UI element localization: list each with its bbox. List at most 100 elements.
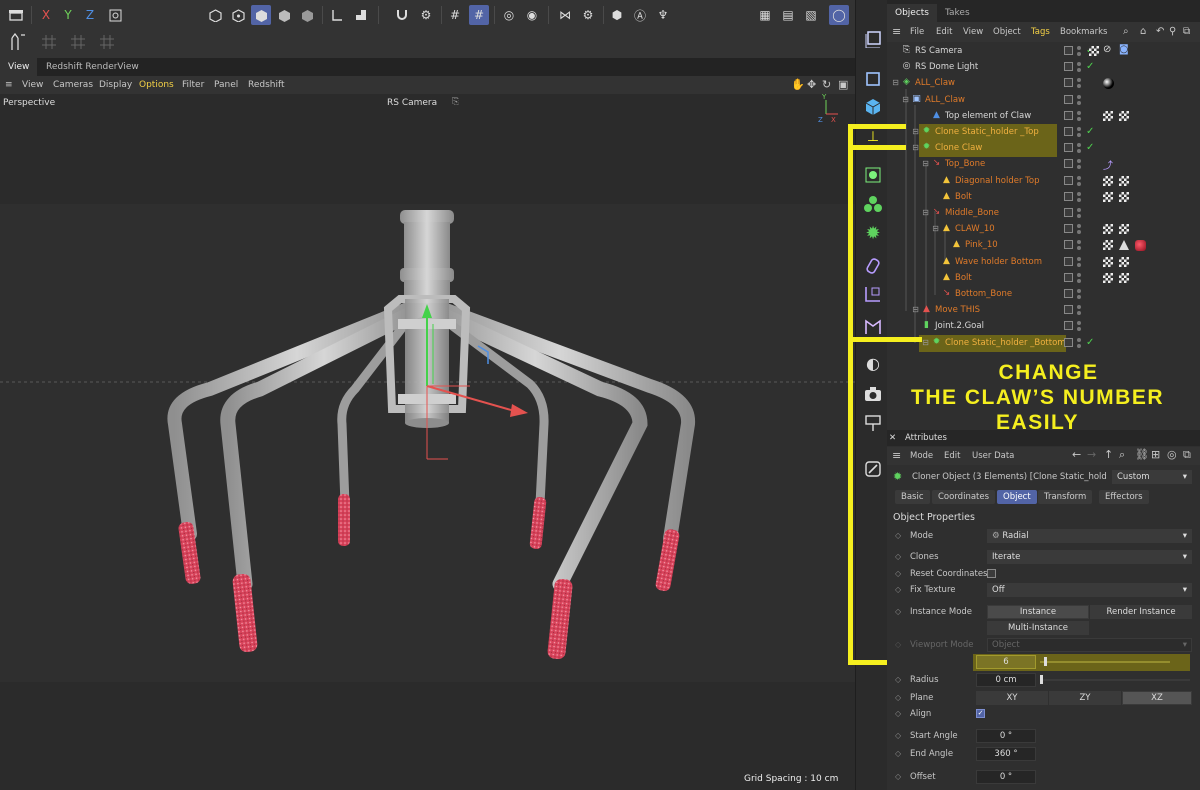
tab-takes[interactable]: Takes bbox=[937, 4, 978, 22]
tab-effectors[interactable]: Effectors bbox=[1099, 490, 1149, 504]
keyframe-diamond-icon[interactable]: ◇ bbox=[895, 550, 901, 564]
keyframe-diamond-icon[interactable]: ◇ bbox=[895, 747, 901, 761]
render-visibility-dot[interactable] bbox=[1077, 165, 1081, 169]
deformer-icon[interactable]: ⬢ bbox=[608, 5, 626, 25]
phong-tag-icon[interactable] bbox=[1119, 240, 1129, 250]
editor-visibility-dot[interactable] bbox=[1077, 208, 1081, 212]
render-visibility-dot[interactable] bbox=[1077, 133, 1081, 137]
start-angle-field[interactable]: 0 ° bbox=[976, 729, 1036, 743]
object-name[interactable]: CLAW_10 bbox=[955, 221, 995, 237]
workplane-icon[interactable]: # bbox=[446, 5, 464, 25]
object-row[interactable]: ▲ Bolt bbox=[887, 270, 1200, 286]
render-settings-icon[interactable]: ▧ bbox=[802, 5, 820, 25]
object-name[interactable]: Clone Static_holder _Bottom bbox=[945, 335, 1066, 351]
reset-coordinates-checkbox[interactable] bbox=[987, 569, 996, 578]
render-visibility-dot[interactable] bbox=[1077, 327, 1081, 331]
texture-tag-icon[interactable] bbox=[1119, 273, 1129, 283]
symmetry-icon[interactable]: ⋈ bbox=[556, 5, 574, 25]
object-name[interactable]: RS Camera bbox=[915, 43, 962, 59]
enable-checkbox[interactable] bbox=[1064, 224, 1073, 233]
move-view-icon[interactable]: ✥ bbox=[807, 76, 816, 94]
attr-search-icon[interactable]: ⌕ bbox=[1119, 448, 1125, 462]
editor-visibility-dot[interactable] bbox=[1077, 159, 1081, 163]
attr-menu-userdata[interactable]: User Data bbox=[972, 449, 1014, 463]
keyframe-diamond-icon[interactable]: ◇ bbox=[895, 605, 901, 619]
radius-field[interactable]: 0 cm bbox=[976, 673, 1036, 687]
render-visibility-dot[interactable] bbox=[1077, 295, 1081, 299]
grid-icon[interactable]: # bbox=[469, 5, 489, 25]
radius-slider[interactable] bbox=[1040, 679, 1190, 681]
field-icon[interactable] bbox=[862, 283, 884, 305]
texture-mode-icon[interactable] bbox=[352, 5, 370, 25]
sculpt-icon[interactable] bbox=[862, 458, 884, 480]
keyframe-diamond-icon[interactable]: ◇ bbox=[895, 707, 901, 721]
render-visibility-dot[interactable] bbox=[1077, 68, 1081, 72]
collapse-icon[interactable]: ⊟ bbox=[920, 158, 931, 169]
keyframe-diamond-icon[interactable]: ◇ bbox=[895, 729, 901, 743]
model-mode-icon[interactable] bbox=[205, 5, 225, 25]
enable-checkbox[interactable] bbox=[1064, 78, 1073, 87]
render-visibility-dot[interactable] bbox=[1077, 311, 1081, 315]
menu-filter[interactable]: Filter bbox=[182, 76, 204, 94]
lock-y-axis-button[interactable]: Y bbox=[60, 5, 76, 25]
object-name[interactable]: Bottom_Bone bbox=[955, 286, 1012, 302]
object-row[interactable]: ⊟ ▲ CLAW_10 bbox=[887, 221, 1200, 237]
material-tag-icon[interactable] bbox=[1103, 78, 1114, 89]
object-row[interactable]: ⊟ ↘ Middle_Bone bbox=[887, 205, 1200, 221]
texture-tag-icon[interactable] bbox=[1119, 224, 1129, 234]
object-row[interactable]: ⊟ ↘ Top_Bone ⤴ bbox=[887, 156, 1200, 172]
rotate-view-icon[interactable]: ↻ bbox=[822, 76, 831, 94]
points-mode-icon[interactable] bbox=[274, 5, 294, 25]
editor-visibility-dot[interactable] bbox=[1077, 46, 1081, 50]
editor-visibility-dot[interactable] bbox=[1077, 321, 1081, 325]
texture-tag-icon[interactable] bbox=[1103, 224, 1113, 234]
editor-visibility-dot[interactable] bbox=[1077, 289, 1081, 293]
editor-visibility-dot[interactable] bbox=[1077, 127, 1081, 131]
axis-mode-icon[interactable] bbox=[328, 5, 346, 25]
count-slider[interactable] bbox=[1040, 661, 1170, 663]
om-menu-bookmarks[interactable]: Bookmarks bbox=[1060, 22, 1108, 42]
editor-visibility-dot[interactable] bbox=[1077, 95, 1081, 99]
object-name[interactable]: ALL_Claw bbox=[925, 92, 965, 108]
mode-dropdown[interactable]: ⚙ Radial ▾ bbox=[987, 529, 1192, 543]
auto-key-icon[interactable]: Ⓐ bbox=[631, 5, 649, 25]
om-back-icon[interactable]: ↶ bbox=[1156, 22, 1164, 42]
render-visibility-dot[interactable] bbox=[1077, 214, 1081, 218]
texture-tag-icon[interactable] bbox=[1103, 111, 1113, 121]
editor-visibility-dot[interactable] bbox=[1077, 62, 1081, 66]
tab-view[interactable]: View bbox=[0, 58, 38, 76]
om-new-window-icon[interactable]: ⧉ bbox=[1183, 22, 1190, 42]
snap-up-icon[interactable] bbox=[6, 32, 30, 52]
protection-tag-icon[interactable]: ⊘ bbox=[1103, 44, 1111, 55]
object-row[interactable]: ▮ Joint.2.Goal bbox=[887, 318, 1200, 334]
offset-field[interactable]: 0 ° bbox=[976, 770, 1036, 784]
object-name[interactable]: Joint.2.Goal bbox=[935, 318, 984, 334]
enable-checkbox[interactable] bbox=[1064, 240, 1073, 249]
enable-checkbox[interactable] bbox=[1064, 338, 1073, 347]
object-row[interactable]: ⊟ ▲ Move THIS bbox=[887, 302, 1200, 318]
editor-visibility-dot[interactable] bbox=[1077, 111, 1081, 115]
tab-object[interactable]: Object bbox=[997, 490, 1037, 504]
editor-visibility-dot[interactable] bbox=[1077, 176, 1081, 180]
object-row[interactable]: ⎘RS Camera✓⊘◙ bbox=[887, 43, 1200, 59]
object-row[interactable]: ▲ Pink_10 bbox=[887, 237, 1200, 253]
render-visibility-dot[interactable] bbox=[1077, 279, 1081, 283]
enabled-check-icon[interactable]: ✓ bbox=[1086, 143, 1094, 153]
lock-z-axis-button[interactable]: Z bbox=[82, 5, 98, 25]
menu-cameras[interactable]: Cameras bbox=[53, 76, 93, 94]
render-visibility-dot[interactable] bbox=[1077, 101, 1081, 105]
clones-dropdown[interactable]: Iterate ▾ bbox=[987, 550, 1192, 564]
tab-objects[interactable]: Objects bbox=[887, 4, 938, 22]
attr-window-icon[interactable]: ⧉ bbox=[1183, 448, 1191, 462]
object-name[interactable]: Top element of Claw bbox=[945, 108, 1031, 124]
collapse-icon[interactable]: ⊟ bbox=[910, 126, 921, 137]
undo-icon[interactable] bbox=[6, 5, 26, 25]
render-visibility-dot[interactable] bbox=[1077, 246, 1081, 250]
enable-checkbox[interactable] bbox=[1064, 62, 1073, 71]
redshift-icon[interactable]: ◯ bbox=[829, 5, 849, 25]
attr-settings-icon[interactable]: ◎ bbox=[1167, 448, 1177, 462]
polygons-mode-icon[interactable] bbox=[297, 5, 317, 25]
3d-viewport[interactable]: Perspective RS Camera ⎘ Grid Spacing : 1… bbox=[0, 94, 855, 790]
object-name[interactable]: Bolt bbox=[955, 189, 972, 205]
render-visibility-dot[interactable] bbox=[1077, 344, 1081, 348]
